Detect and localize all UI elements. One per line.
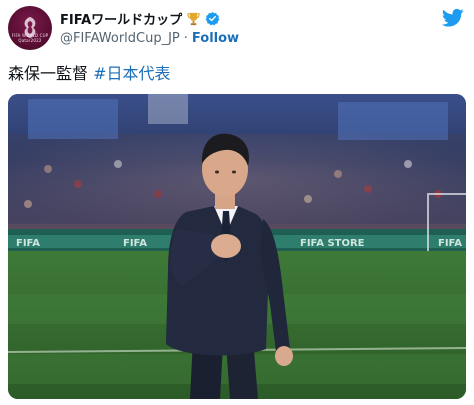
tweet-body: 森保一監督 xyxy=(8,64,89,83)
display-name[interactable]: FIFAワールドカップ xyxy=(60,9,182,28)
tweet-photo[interactable]: FIFA FIFA FIFA STORE FIFA xyxy=(8,94,466,399)
tweet-text: 森保一監督 #日本代表 xyxy=(8,60,171,84)
hashtag-link[interactable]: #日本代表 xyxy=(93,64,170,83)
account-names: FIFAワールドカップ @FIFAWorldCup_JP · Follow xyxy=(60,9,239,47)
ad-board-far-right: FIFA xyxy=(438,238,462,249)
ad-board-left: FIFA xyxy=(16,238,40,249)
coach-photo: FIFA FIFA FIFA STORE FIFA xyxy=(8,94,466,399)
avatar[interactable]: FIFA WORLD CUP Qatar2022 xyxy=(8,6,52,50)
handle-row: @FIFAWorldCup_JP · Follow xyxy=(60,29,239,47)
handle[interactable]: @FIFAWorldCup_JP xyxy=(60,31,180,46)
avatar-caption: FIFA WORLD CUP Qatar2022 xyxy=(11,33,49,43)
verified-badge-icon xyxy=(205,11,220,25)
tweet-header: FIFA WORLD CUP Qatar2022 FIFAワールドカップ @FI… xyxy=(8,6,466,50)
separator-dot: · xyxy=(183,30,188,46)
display-name-row: FIFAワールドカップ xyxy=(60,9,239,28)
tweet-card: FIFA WORLD CUP Qatar2022 FIFAワールドカップ @FI… xyxy=(0,0,474,405)
follow-button[interactable]: Follow xyxy=(192,31,239,46)
twitter-bird-icon[interactable] xyxy=(442,8,464,28)
ad-board-mid: FIFA xyxy=(123,238,147,249)
ad-board-right: FIFA STORE xyxy=(300,238,365,249)
trophy-icon xyxy=(187,12,200,25)
